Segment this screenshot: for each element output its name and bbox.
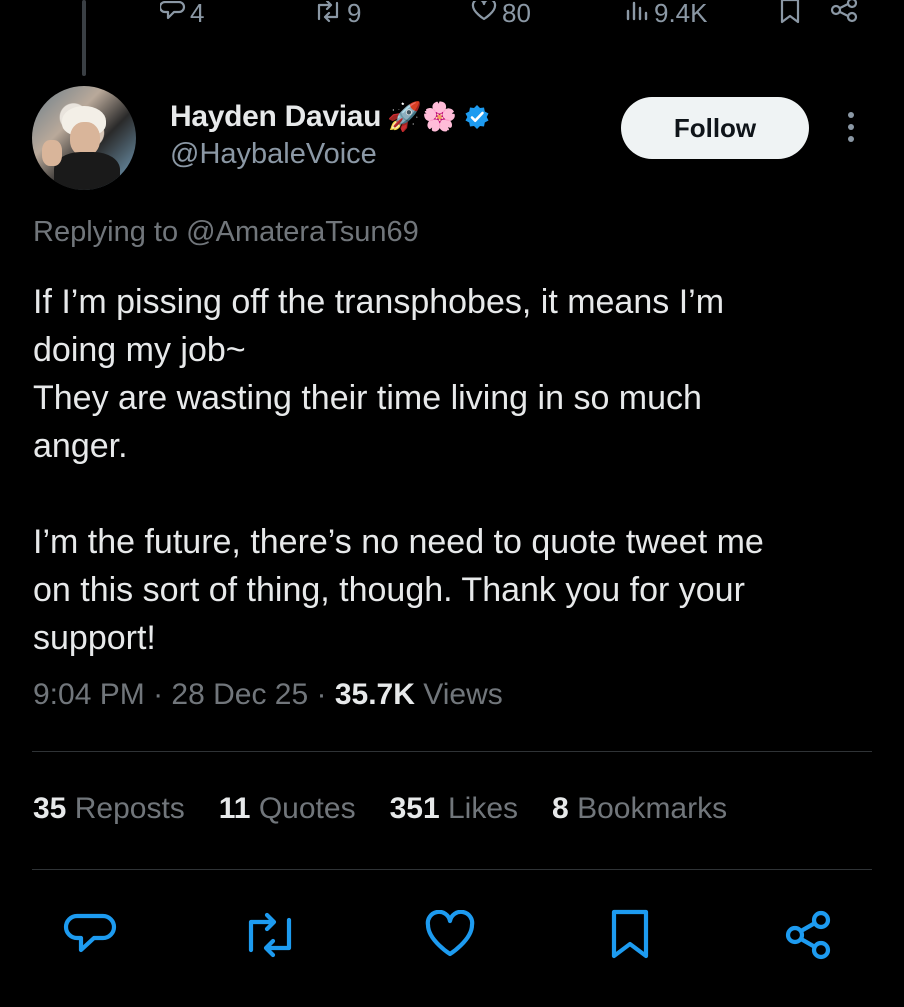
tweet-views-label: Views [423,678,503,711]
replying-to: Replying to @AmateraTsun69 [33,216,419,249]
reply-icon [160,1,186,25]
avatar-body [54,152,120,190]
previous-like-action[interactable]: 80 [470,0,531,28]
like-icon [470,1,498,25]
repost-icon [241,910,299,960]
previous-repost-count: 9 [347,0,362,28]
like-button[interactable] [421,900,479,970]
previous-repost-action[interactable]: 9 [313,0,362,28]
repost-icon [313,1,343,25]
previous-bookmark-action[interactable] [778,0,802,26]
tweet-action-bar [0,900,904,970]
verified-badge-icon [463,103,491,131]
previous-views-count: 9.4K [654,0,708,28]
bookmark-icon [778,0,802,26]
more-options-icon[interactable] [842,110,860,144]
follow-button[interactable]: Follow [621,97,809,159]
reposts-count: 35 [33,792,67,825]
quotes-count: 11 [218,792,251,825]
tweet-stats: 35 Reposts 11 Quotes 351 Likes 8 Bookmar… [33,792,727,826]
bookmark-icon [608,908,652,962]
tweet-time[interactable]: 9:04 PM [33,678,145,711]
repost-button[interactable] [241,900,299,970]
bookmarks-stat[interactable]: 8 Bookmarks [552,792,727,826]
replying-to-mention[interactable]: @AmateraTsun69 [186,216,419,248]
bookmarks-count: 8 [552,792,569,825]
share-icon [781,908,837,962]
tweet-text: If I’m pissing off the transphobes, it m… [33,283,764,657]
author-name-row[interactable]: Hayden Daviau 🚀🌸 [170,100,491,134]
avatar-hand [42,140,62,166]
quotes-stat[interactable]: 11 Quotes [219,792,356,826]
share-button[interactable] [780,900,838,970]
divider [32,869,872,870]
likes-count: 351 [389,792,440,825]
previous-share-action[interactable] [830,0,858,26]
quotes-label: Quotes [258,792,356,825]
reply-icon [63,910,117,960]
previous-reply-action[interactable]: 4 [160,0,205,28]
tweet-date[interactable]: 28 Dec 25 [171,678,308,711]
likes-stat[interactable]: 351 Likes [390,792,518,826]
meta-separator: · [316,678,335,711]
meta-separator: · [153,678,172,711]
avatar[interactable] [32,86,136,190]
tweet-meta: 9:04 PM · 28 Dec 25 · 35.7K Views [33,678,503,712]
bookmark-button[interactable] [601,900,659,970]
reposts-stat[interactable]: 35 Reposts [33,792,185,826]
share-icon [830,0,858,26]
previous-views-action[interactable]: 9.4K [624,0,708,28]
reposts-label: Reposts [74,792,185,825]
previous-reply-count: 4 [190,0,205,28]
reply-button[interactable] [61,900,119,970]
author-name-emojis: 🚀🌸 [387,101,457,132]
like-icon [422,910,478,960]
tweet-views-count: 35.7K [334,678,415,711]
likes-label: Likes [447,792,519,825]
author-name[interactable]: Hayden Daviau [170,100,381,134]
replying-to-prefix: Replying to [33,216,187,248]
previous-like-count: 80 [502,0,531,28]
divider [32,751,872,752]
bookmarks-label: Bookmarks [577,792,728,825]
views-icon [624,1,650,25]
author-handle[interactable]: @HaybaleVoice [170,138,377,171]
previous-tweet-actions: 4 9 80 9.4K [0,0,904,30]
avatar-face [70,122,100,156]
